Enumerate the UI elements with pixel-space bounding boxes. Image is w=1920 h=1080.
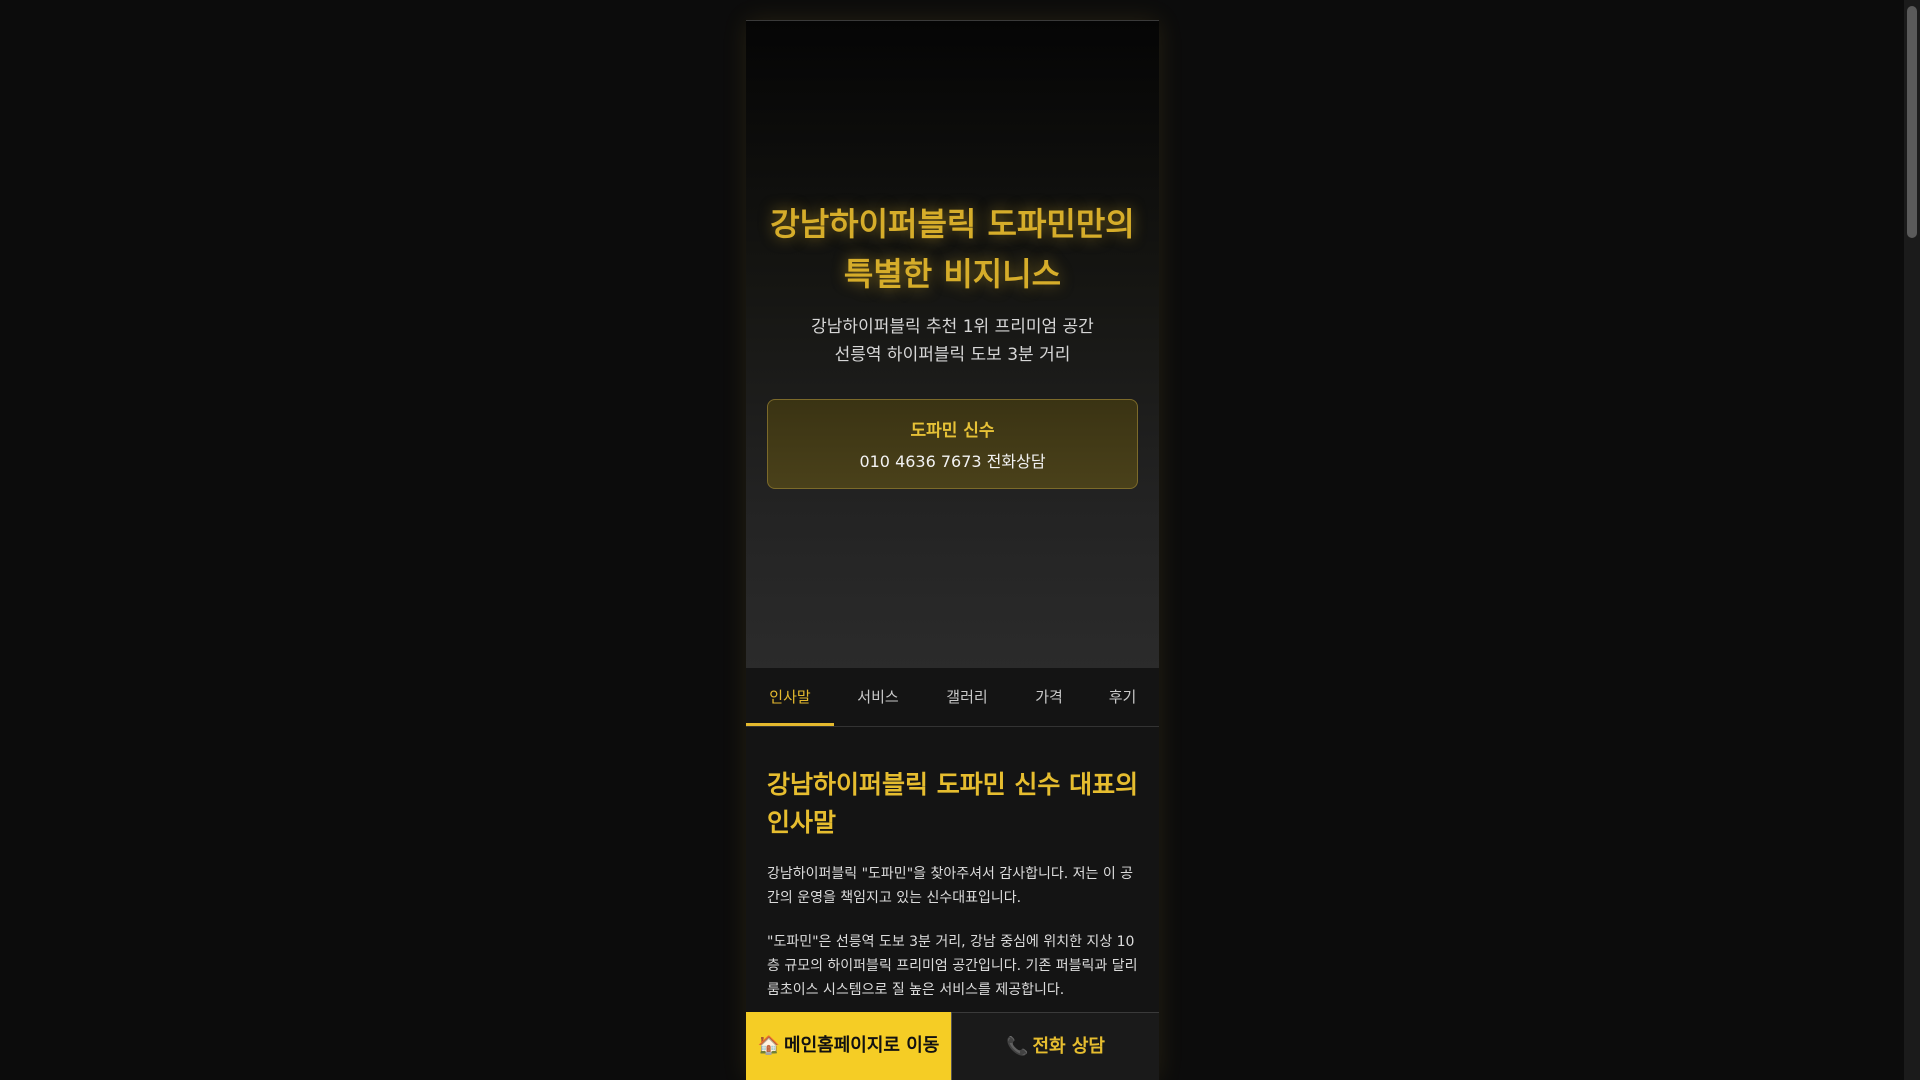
tab-price[interactable]: 가격 (1012, 668, 1086, 726)
tab-reviews[interactable]: 후기 (1086, 668, 1159, 726)
phone-consult-button[interactable]: 📞 전화 상담 (952, 1012, 1159, 1080)
main-homepage-label: 메인홈페이지로 이동 (784, 1035, 940, 1056)
hero-subtitle-line1: 강남하이퍼블릭 추천 1위 프리미엄 공간 (811, 317, 1094, 337)
scrollbar-thumb[interactable] (1907, 6, 1917, 238)
greeting-heading: 강남하이퍼블릭 도파민 신수 대표의 인사말 (767, 770, 1139, 837)
hero-subtitle-line2: 선릉역 하이퍼블릭 도보 3분 거리 (834, 345, 1071, 365)
tab-services[interactable]: 서비스 (834, 668, 922, 726)
hero-subtitle: 강남하이퍼블릭 추천 1위 프리미엄 공간 선릉역 하이퍼블릭 도보 3분 거리 (756, 313, 1149, 369)
tab-greeting[interactable]: 인사말 (746, 668, 834, 726)
main-homepage-button[interactable]: 🏠 메인홈페이지로 이동 (746, 1012, 952, 1080)
home-icon: 🏠 (757, 1035, 781, 1056)
contact-name: 도파민 신수 (910, 421, 995, 441)
contact-card-button[interactable]: 도파민 신수 010 4636 7673 전화상담 (767, 399, 1138, 489)
bottom-action-bar: 🏠 메인홈페이지로 이동 📞 전화 상담 (746, 1012, 1159, 1080)
greeting-content: 강남하이퍼블릭 도파민 신수 대표의 인사말 강남하이퍼블릭 "도파민"을 찾아… (767, 766, 1139, 1002)
contact-phone: 010 4636 7673 전화상담 (859, 452, 1046, 471)
tab-gallery[interactable]: 갤러리 (922, 668, 1012, 726)
greeting-paragraph-1: 강남하이퍼블릭 "도파민"을 찾아주셔서 감사합니다. 저는 이 공간의 운영을… (767, 866, 1134, 906)
hero-title: 강남하이퍼블릭 도파민만의 특별한 비지니스 (770, 205, 1135, 293)
greeting-paragraph-2: "도파민"은 선릉역 도보 3분 거리, 강남 중심에 위치한 지상 10층 규… (767, 934, 1138, 998)
phone-icon: 📞 (1006, 1036, 1029, 1057)
mobile-container: 강남하이퍼블릭 도파민만의 특별한 비지니스 강남하이퍼블릭 추천 1위 프리미… (746, 20, 1159, 1080)
section-tabs: 인사말 서비스 갤러리 가격 후기 (746, 668, 1159, 727)
phone-consult-label: 전화 상담 (1032, 1036, 1105, 1057)
hero-section: 강남하이퍼블릭 도파민만의 특별한 비지니스 강남하이퍼블릭 추천 1위 프리미… (746, 20, 1159, 670)
